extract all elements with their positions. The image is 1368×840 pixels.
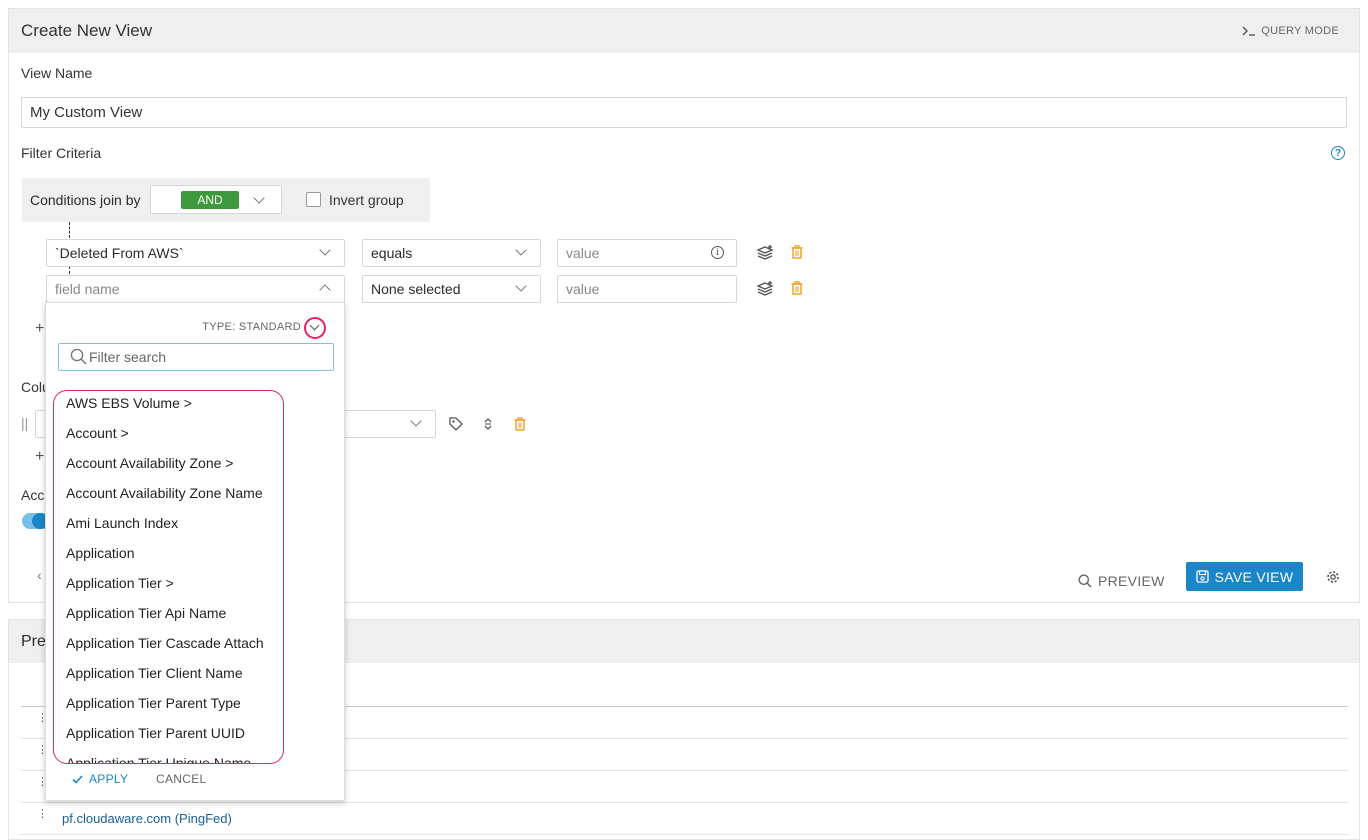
trash-icon[interactable]: [511, 415, 529, 433]
list-item[interactable]: Account >: [66, 425, 129, 441]
help-icon[interactable]: ?: [1331, 146, 1345, 160]
list-item[interactable]: Application Tier Parent UUID: [66, 725, 245, 741]
check-icon: [72, 774, 83, 784]
chevron-down-icon: [515, 280, 527, 292]
join-select[interactable]: AND: [150, 185, 282, 214]
add-condition-icon[interactable]: +: [35, 320, 44, 338]
gear-icon[interactable]: [1324, 568, 1342, 586]
preview-title: Pre: [21, 632, 46, 650]
field-name-select[interactable]: field name: [46, 275, 345, 303]
view-name-label: View Name: [21, 65, 93, 81]
list-item[interactable]: Application Tier Parent Type: [66, 695, 241, 711]
tree-connector: [69, 266, 70, 274]
save-view-button[interactable]: SAVE VIEW: [1186, 562, 1303, 591]
save-view-label: SAVE VIEW: [1214, 568, 1294, 585]
list-item[interactable]: Application Tier Api Name: [66, 605, 226, 621]
view-name-value: My Custom View: [30, 104, 143, 121]
field-picker-dropdown: TYPE: STANDARD Filter search AWS EBS Vol…: [45, 302, 345, 801]
page-title: Create New View: [21, 21, 153, 40]
list-item[interactable]: Application: [66, 545, 135, 561]
field-select[interactable]: `Deleted From AWS`: [46, 239, 345, 267]
search-icon: [1078, 574, 1092, 588]
conditions-join-label: Conditions join by: [30, 192, 141, 208]
add-subgroup-icon[interactable]: [756, 244, 774, 262]
apply-label: APPLY: [89, 772, 129, 786]
row-menu-icon[interactable]: ⋮: [37, 809, 48, 820]
filter-criteria-label: Filter Criteria: [21, 145, 102, 161]
chevron-up-icon: [319, 284, 331, 296]
operator-select[interactable]: equals: [362, 239, 541, 267]
chevron-down-icon: [253, 192, 265, 204]
chevron-down-icon: [309, 320, 320, 331]
type-label[interactable]: TYPE: STANDARD: [202, 321, 301, 333]
list-item[interactable]: Application Tier Client Name: [66, 665, 243, 681]
chevron-left-icon[interactable]: ‹: [37, 567, 42, 583]
access-label: Acc: [21, 487, 45, 503]
value-input[interactable]: value: [557, 275, 737, 303]
list-item[interactable]: Ami Launch Index: [66, 515, 178, 531]
table-row[interactable]: ⋮ pf.cloudaware.com (PingFed): [21, 803, 1348, 835]
tag-icon[interactable]: [447, 415, 465, 433]
value-placeholder: value: [566, 245, 600, 261]
view-name-input[interactable]: My Custom View: [21, 97, 1347, 128]
value-placeholder: value: [566, 281, 600, 297]
preview-label: PREVIEW: [1098, 573, 1165, 589]
add-subgroup-icon[interactable]: [756, 280, 774, 298]
tree-connector: [69, 222, 70, 238]
chevron-down-icon: [410, 415, 422, 427]
filter-search-input[interactable]: Filter search: [58, 343, 334, 371]
sort-icon[interactable]: [479, 415, 497, 433]
list-item[interactable]: Application Tier >: [66, 575, 174, 591]
query-mode-button[interactable]: QUERY MODE: [1242, 25, 1339, 37]
terminal-icon: [1242, 26, 1256, 36]
query-mode-label: QUERY MODE: [1261, 25, 1339, 37]
panel-header: Create New View QUERY MODE: [9, 9, 1359, 53]
list-item[interactable]: AWS EBS Volume >: [66, 395, 192, 411]
invert-group-label: Invert group: [329, 192, 404, 208]
field-value: `Deleted From AWS`: [55, 245, 184, 261]
chevron-down-icon: [319, 244, 331, 256]
search-icon: [70, 348, 87, 365]
save-icon: [1196, 570, 1209, 583]
field-name-placeholder: field name: [55, 281, 120, 297]
join-value-badge: AND: [181, 191, 239, 209]
value-input[interactable]: value i: [557, 239, 737, 267]
conditions-join-box: Conditions join by AND Invert group: [22, 178, 430, 222]
list-item[interactable]: Application Tier Unique Name: [66, 755, 251, 763]
row-menu-icon[interactable]: ⋮: [37, 777, 48, 788]
operator-value: equals: [371, 245, 413, 261]
drag-handle-icon[interactable]: ||: [21, 415, 28, 431]
dropdown-footer: APPLY CANCEL: [46, 769, 344, 799]
trash-icon[interactable]: [788, 279, 806, 297]
invert-group-checkbox[interactable]: [306, 192, 321, 207]
row-link[interactable]: pf.cloudaware.com (PingFed): [62, 811, 232, 826]
list-item[interactable]: Application Tier Cascade Attach: [66, 635, 264, 651]
trash-icon[interactable]: [788, 243, 806, 261]
cancel-button[interactable]: CANCEL: [156, 772, 206, 786]
field-option-list: AWS EBS Volume > Account > Account Avail…: [53, 390, 284, 764]
list-item[interactable]: Account Availability Zone >: [66, 455, 233, 471]
list-item[interactable]: Account Availability Zone Name: [66, 485, 263, 501]
type-toggle-button[interactable]: [304, 317, 326, 339]
filter-search-placeholder: Filter search: [89, 349, 167, 365]
preview-button[interactable]: PREVIEW: [1078, 573, 1165, 589]
row-menu-icon[interactable]: ⋮: [37, 713, 48, 724]
add-column-icon[interactable]: +: [35, 448, 44, 466]
operator-value: None selected: [371, 281, 461, 297]
chevron-down-icon: [515, 244, 527, 256]
operator-select[interactable]: None selected: [362, 275, 541, 303]
row-menu-icon[interactable]: ⋮: [37, 745, 48, 756]
apply-button[interactable]: APPLY: [72, 772, 128, 786]
info-icon: i: [711, 246, 724, 259]
